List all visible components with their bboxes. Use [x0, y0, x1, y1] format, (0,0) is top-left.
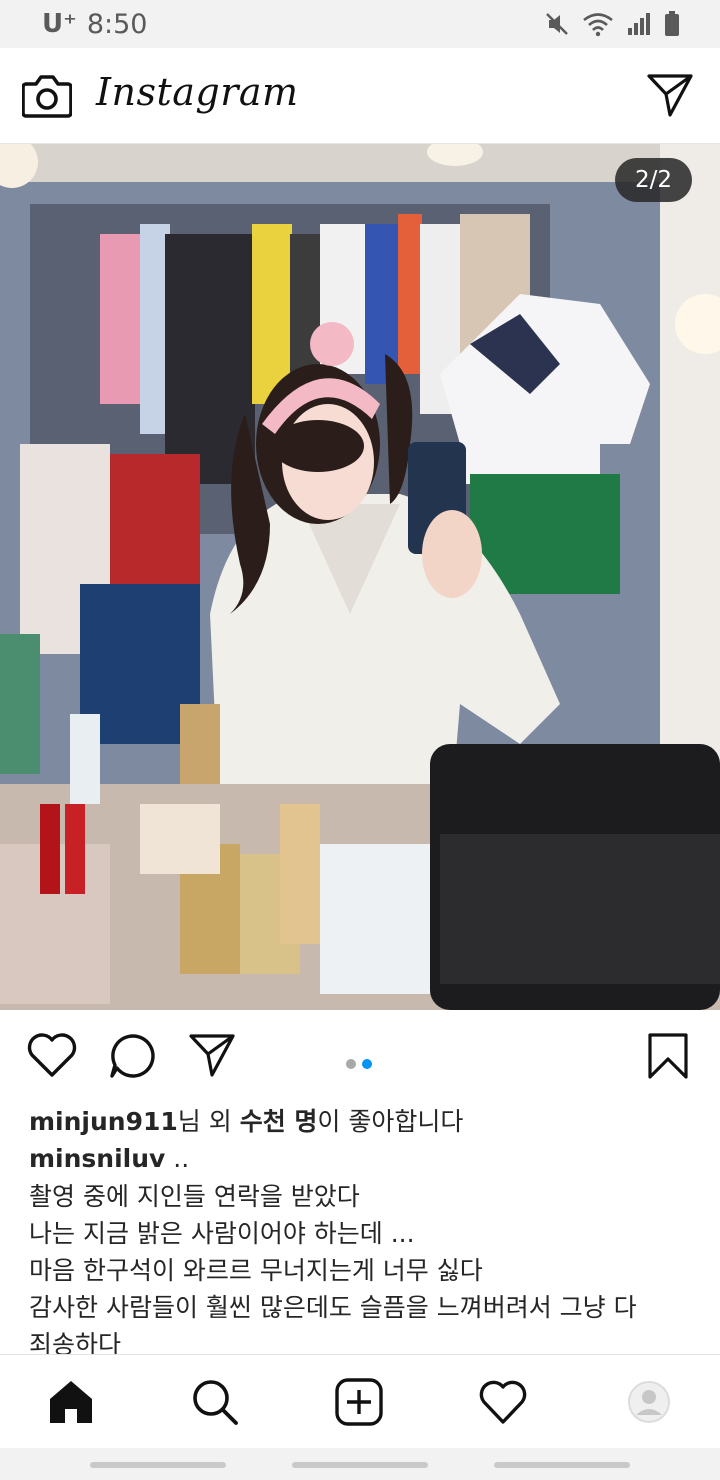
likes-text-mid: 님 외: [177, 1107, 240, 1136]
status-bar: U⁺ 8:50: [0, 0, 720, 48]
home-handle[interactable]: [292, 1462, 428, 1468]
direct-message-icon[interactable]: [646, 72, 694, 118]
share-icon[interactable]: [188, 1032, 236, 1078]
likes-text-end: 이 좋아합니다: [317, 1107, 464, 1136]
likes-summary[interactable]: minjun911님 외 수천 명이 좋아합니다: [29, 1102, 463, 1138]
caption-line: 촬영 중에 지인들 연락을 받았다: [29, 1182, 360, 1211]
caption-line: 마음 한구석이 와르르 무너지는게 너무 싫다: [29, 1256, 483, 1285]
likes-count[interactable]: 수천 명: [240, 1107, 318, 1136]
caption-line: 나는 지금 밝은 사람이어야 하는데 ...: [29, 1219, 415, 1248]
home-icon[interactable]: [46, 1377, 96, 1427]
caption-body: 촬영 중에 지인들 연락을 받았다 나는 지금 밝은 사람이어야 하는데 ...…: [29, 1178, 699, 1363]
signal-icon: [628, 13, 650, 35]
status-icons: [544, 11, 680, 37]
carousel-dot-active: [362, 1059, 372, 1069]
status-time: 8:50: [86, 8, 148, 40]
activity-heart-icon[interactable]: [478, 1377, 528, 1427]
back-handle[interactable]: [494, 1462, 630, 1468]
bookmark-icon[interactable]: [646, 1032, 690, 1080]
post-photo[interactable]: 2/2: [0, 144, 720, 1010]
carrier-label: U⁺: [42, 9, 77, 39]
carousel-indicator: [346, 1059, 372, 1069]
caption-username[interactable]: minsniluv: [29, 1144, 165, 1173]
profile-avatar[interactable]: [624, 1377, 674, 1427]
carousel-dot: [346, 1059, 356, 1069]
wifi-icon: [583, 13, 613, 37]
caption-suffix: ..: [165, 1144, 190, 1173]
camera-icon[interactable]: [22, 72, 72, 118]
instagram-logo: Instagram: [96, 70, 299, 114]
battery-icon: [665, 11, 679, 36]
image-counter-badge: 2/2: [614, 158, 692, 202]
liker-username[interactable]: minjun911: [29, 1107, 178, 1136]
bottom-navigation: [0, 1354, 720, 1448]
caption-line: 감사한 사람들이 훨씬 많은데도 슬픔을 느껴버려서 그냥 다: [29, 1293, 637, 1322]
caption-header: minsniluv ..: [29, 1144, 189, 1173]
app-header: Instagram: [0, 48, 720, 144]
mute-icon: [546, 13, 568, 35]
search-icon[interactable]: [190, 1377, 240, 1427]
post-action-row: [0, 1012, 720, 1098]
mirror-selfie-illustration: [0, 144, 720, 1010]
heart-icon[interactable]: [26, 1032, 78, 1078]
comment-icon[interactable]: [108, 1032, 158, 1080]
recent-apps-handle[interactable]: [90, 1462, 226, 1468]
add-post-icon[interactable]: [334, 1377, 384, 1427]
system-navigation-bar: [0, 1448, 720, 1480]
